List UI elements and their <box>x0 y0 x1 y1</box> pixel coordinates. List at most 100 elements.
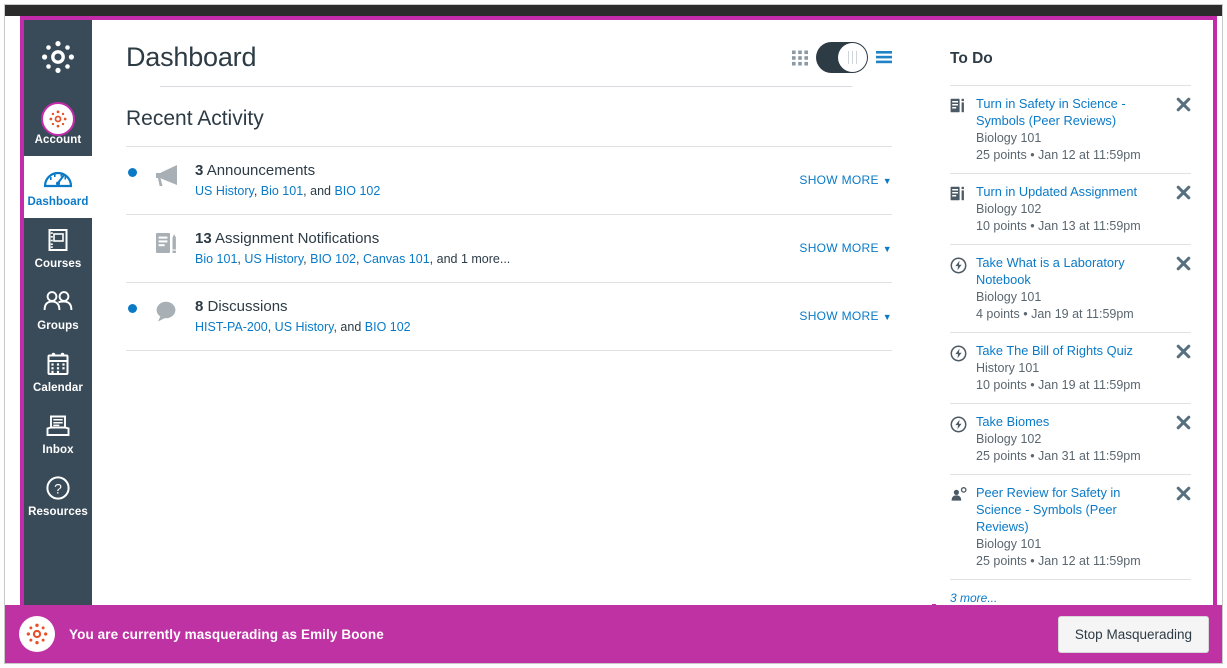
sidebar-item-groups[interactable]: Groups <box>24 280 92 342</box>
recent-activity-list: 3 Announcements US History, Bio 101, and… <box>126 146 892 351</box>
sidebar-item-dashboard[interactable]: Dashboard <box>24 156 92 218</box>
todo-item-link[interactable]: Peer Review for Safety in Science - Symb… <box>976 484 1167 535</box>
todo-item-meta: 10 points • Jan 19 at 11:59pm <box>976 378 1141 392</box>
groups-people-icon <box>26 288 90 318</box>
page-title: Dashboard <box>126 42 257 72</box>
user-avatar-icon <box>26 102 90 136</box>
sidebar-item-label: Dashboard <box>27 196 89 208</box>
list-item[interactable]: Take Biomes Biology 102 25 points • Jan … <box>950 404 1191 475</box>
sidebar-item-courses[interactable]: Courses <box>24 218 92 280</box>
close-icon[interactable] <box>1171 95 1191 117</box>
todo-item-link[interactable]: Take The Bill of Rights Quiz <box>976 342 1167 359</box>
close-icon[interactable] <box>1171 484 1191 506</box>
sidebar-item-label: Account <box>34 134 82 146</box>
close-icon[interactable] <box>1171 254 1191 276</box>
course-link[interactable]: US History <box>195 184 254 198</box>
show-more-button[interactable]: SHOW MORE ▼ <box>799 309 892 323</box>
toggle-knob <box>838 43 867 72</box>
chevron-down-icon: ▼ <box>882 244 892 254</box>
course-link[interactable]: BIO 102 <box>334 184 380 198</box>
activity-row[interactable]: 8 Discussions HIST-PA-200, US History, a… <box>126 282 892 351</box>
calendar-icon <box>26 350 90 380</box>
todo-item-course: Biology 101 <box>976 537 1042 551</box>
courses-book-icon <box>26 226 90 256</box>
todo-item-link[interactable]: Take Biomes <box>976 413 1167 430</box>
activity-count: 8 <box>195 298 204 315</box>
stop-masquerading-button[interactable]: Stop Masquerading <box>1057 615 1209 653</box>
list-view-icon[interactable] <box>876 50 892 66</box>
masquerade-message: You are currently masquerading as Emily … <box>69 626 384 642</box>
list-item[interactable]: Turn in Updated Assignment Biology 102 1… <box>950 174 1191 245</box>
todo-item-course: Biology 102 <box>976 432 1042 446</box>
activity-title: 8 Discussions <box>195 297 799 316</box>
todo-item-course: Biology 101 <box>976 131 1042 145</box>
activity-title: 13 Assignment Notifications <box>195 229 799 248</box>
todo-item-link[interactable]: Turn in Safety in Science - Symbols (Pee… <box>976 95 1167 129</box>
sidebar-item-inbox[interactable]: Inbox <box>24 404 92 466</box>
discussion-bubble-icon <box>151 298 185 329</box>
dashboard-view-controls <box>792 42 892 73</box>
show-more-button[interactable]: SHOW MORE ▼ <box>799 173 892 187</box>
megaphone-icon <box>151 162 185 193</box>
activity-title: 3 Announcements <box>195 161 799 180</box>
sidebar-item-label: Resources <box>28 506 88 518</box>
unread-indicator <box>128 236 137 245</box>
recent-activity-heading: Recent Activity <box>126 107 264 130</box>
course-link[interactable]: BIO 102 <box>365 320 411 334</box>
list-item[interactable]: Take The Bill of Rights Quiz History 101… <box>950 333 1191 404</box>
inbox-tray-icon <box>26 412 90 442</box>
todo-item-meta: 25 points • Jan 31 at 11:59pm <box>976 449 1141 463</box>
show-more-button[interactable]: SHOW MORE ▼ <box>799 241 892 255</box>
course-link[interactable]: Bio 101 <box>195 252 237 266</box>
todo-item-link[interactable]: Turn in Updated Assignment <box>976 183 1167 200</box>
activity-courses-suffix: and 1 more... <box>436 252 511 266</box>
activity-row[interactable]: 13 Assignment Notifications Bio 101, US … <box>126 214 892 282</box>
course-link[interactable]: HIST-PA-200 <box>195 320 268 334</box>
todo-item-meta: 25 points • Jan 12 at 11:59pm <box>976 554 1141 568</box>
close-icon[interactable] <box>1171 183 1191 205</box>
activity-type: Announcements <box>206 162 316 179</box>
show-more-label: SHOW MORE <box>799 173 879 187</box>
course-link[interactable]: US History <box>244 252 303 266</box>
page-header: Dashboard <box>92 20 932 87</box>
sidebar-item-label: Calendar <box>32 382 83 394</box>
unread-indicator <box>128 168 137 177</box>
course-link[interactable]: BIO 102 <box>310 252 356 266</box>
dashboard-view-toggle[interactable] <box>816 42 868 73</box>
course-link[interactable]: US History <box>275 320 334 334</box>
list-item[interactable]: Take What is a Laboratory Notebook Biolo… <box>950 245 1191 333</box>
todo-item-meta: 4 points • Jan 19 at 11:59pm <box>976 307 1134 321</box>
peer-review-icon <box>950 484 976 508</box>
course-link[interactable]: Bio 101 <box>261 184 303 198</box>
todo-item-course: Biology 102 <box>976 202 1042 216</box>
todo-item-course: History 101 <box>976 361 1040 375</box>
quiz-icon <box>950 413 976 438</box>
canvas-logo-icon[interactable] <box>24 20 92 94</box>
assignment-icon <box>950 183 976 207</box>
todo-item-meta: 10 points • Jan 13 at 11:59pm <box>976 219 1141 233</box>
unread-indicator <box>128 304 137 313</box>
browser-titlebar <box>5 5 1222 16</box>
dashboard-gauge-icon <box>26 164 90 194</box>
close-icon[interactable] <box>1171 342 1191 364</box>
todo-item-link[interactable]: Take What is a Laboratory Notebook <box>976 254 1167 288</box>
canvas-logo-icon <box>19 616 55 652</box>
activity-courses: Bio 101, US History, BIO 102, Canvas 101… <box>195 252 511 266</box>
quiz-icon <box>950 254 976 279</box>
course-link[interactable]: Canvas 101 <box>363 252 430 266</box>
sidebar-item-label: Courses <box>34 258 82 270</box>
list-item[interactable]: Turn in Safety in Science - Symbols (Pee… <box>950 86 1191 174</box>
list-item[interactable]: Peer Review for Safety in Science - Symb… <box>950 475 1191 580</box>
sidebar-item-account[interactable]: Account <box>24 94 92 156</box>
activity-row[interactable]: 3 Announcements US History, Bio 101, and… <box>126 146 892 214</box>
grid-view-icon[interactable] <box>792 50 808 66</box>
sidebar-item-resources[interactable]: ? Resources <box>24 466 92 528</box>
show-more-label: SHOW MORE <box>799 309 879 323</box>
assignment-icon <box>151 230 185 261</box>
sidebar-item-label: Inbox <box>42 444 74 456</box>
right-sidebar: To Do Turn in Safety in Science - Symbol… <box>936 20 1213 662</box>
todo-more-link[interactable]: 3 more... <box>950 591 997 605</box>
sidebar-item-calendar[interactable]: Calendar <box>24 342 92 404</box>
activity-count: 13 <box>195 230 212 247</box>
close-icon[interactable] <box>1171 413 1191 435</box>
